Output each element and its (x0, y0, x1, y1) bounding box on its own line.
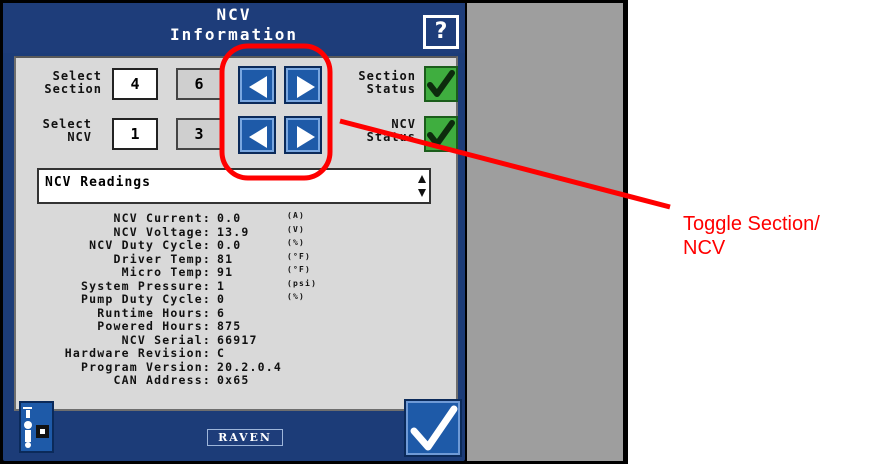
callout-label: Toggle Section/ NCV (683, 212, 820, 260)
callout-line-2: NCV (683, 237, 726, 259)
callout-line-1: Toggle Section/ (683, 213, 820, 235)
callout-line (339, 118, 671, 210)
highlight-circle (219, 43, 333, 181)
